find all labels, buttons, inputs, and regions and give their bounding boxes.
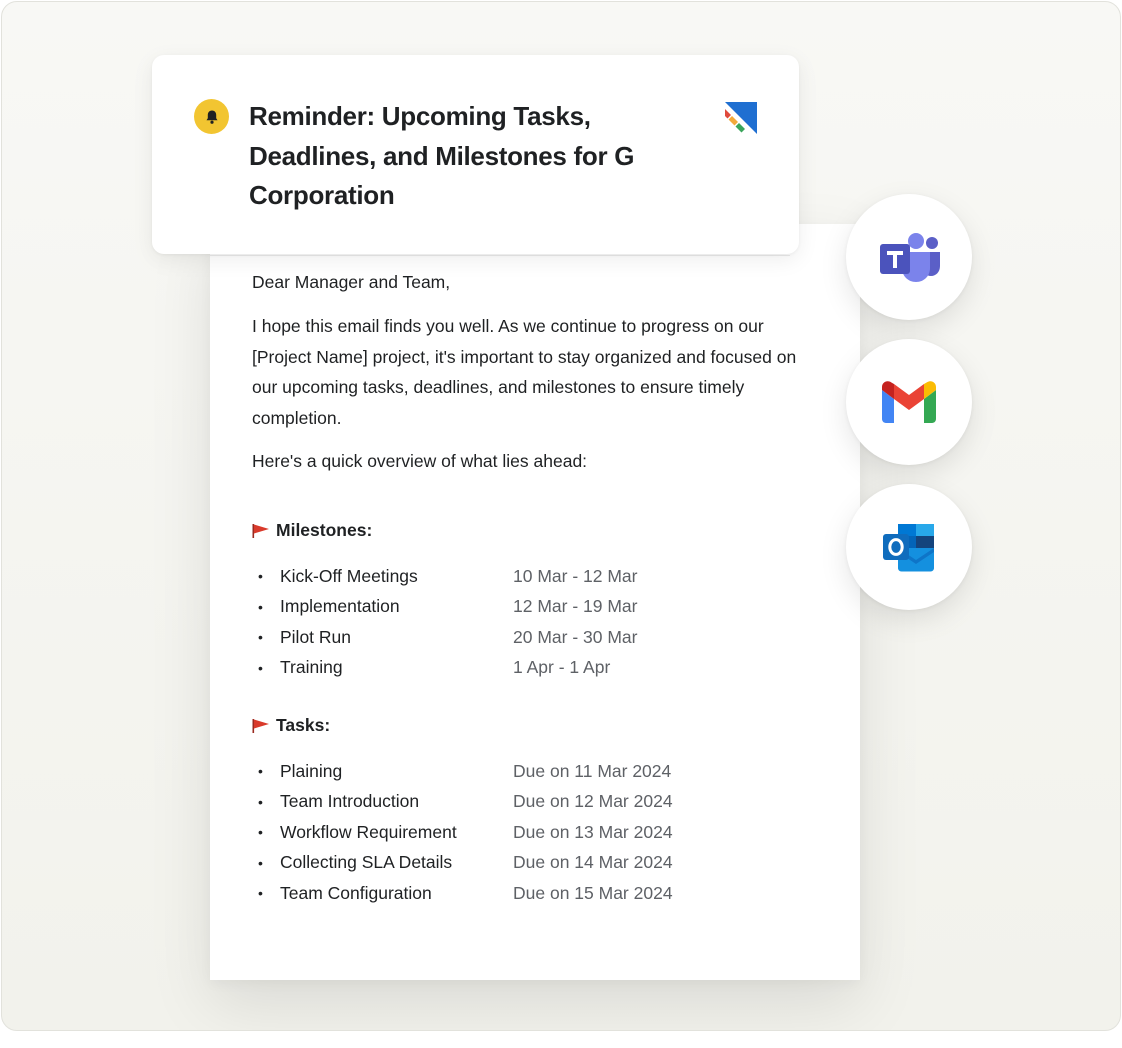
bullet: • bbox=[258, 659, 263, 676]
bullet: • bbox=[258, 629, 263, 646]
task-due-date: Due on 12 Mar 2024 bbox=[513, 791, 673, 812]
microsoft-teams-icon bbox=[880, 233, 940, 282]
flag-icon bbox=[252, 718, 269, 733]
microsoft-teams-button[interactable] bbox=[846, 194, 972, 320]
milestone-name: Kick-Off Meetings bbox=[280, 565, 418, 586]
bullet: • bbox=[258, 854, 263, 871]
email-header-card: Reminder: Upcoming Tasks, Deadlines, and… bbox=[152, 55, 799, 254]
bullet: • bbox=[258, 885, 263, 902]
bullet: • bbox=[258, 793, 263, 810]
email-body-card: Dear Manager and Team, I hope this email… bbox=[210, 224, 860, 980]
task-due-date: Due on 15 Mar 2024 bbox=[513, 882, 673, 903]
bullet: • bbox=[258, 598, 263, 615]
milestones-list: • Kick-Off Meetings 10 Mar - 12 Mar • Im… bbox=[258, 561, 818, 683]
header-divider bbox=[210, 255, 790, 256]
task-due-date: Due on 14 Mar 2024 bbox=[513, 852, 673, 873]
milestone-date: 12 Mar - 19 Mar bbox=[513, 596, 638, 617]
task-name: Workflow Requirement bbox=[280, 821, 457, 842]
milestones-heading: Milestones: bbox=[252, 520, 372, 541]
gmail-button[interactable] bbox=[846, 339, 972, 465]
milestones-title: Milestones: bbox=[276, 520, 373, 540]
list-item: • Pilot Run 20 Mar - 30 Mar bbox=[258, 622, 818, 653]
task-name: Plaining bbox=[280, 760, 343, 781]
list-item: • Training 1 Apr - 1 Apr bbox=[258, 653, 818, 684]
milestone-date: 10 Mar - 12 Mar bbox=[513, 565, 638, 586]
bell-icon bbox=[206, 110, 217, 124]
milestone-name: Training bbox=[280, 657, 343, 678]
tasks-list: • Plaining Due on 11 Mar 2024 • Team Int… bbox=[258, 756, 818, 909]
email-intro-paragraph: I hope this email finds you well. As we … bbox=[252, 316, 797, 428]
list-item: • Implementation 12 Mar - 19 Mar bbox=[258, 592, 818, 623]
tasks-title: Tasks: bbox=[276, 715, 331, 735]
list-item: • Plaining Due on 11 Mar 2024 bbox=[258, 756, 818, 787]
task-due-date: Due on 13 Mar 2024 bbox=[513, 821, 673, 842]
list-item: • Team Configuration Due on 15 Mar 2024 bbox=[258, 878, 818, 909]
bullet: • bbox=[258, 763, 263, 780]
email-overview-line: Here's a quick overview of what lies ahe… bbox=[252, 451, 588, 471]
task-name: Collecting SLA Details bbox=[280, 852, 453, 873]
email-greeting: Dear Manager and Team, bbox=[252, 272, 451, 292]
gmail-icon bbox=[882, 381, 936, 423]
list-item: • Team Introduction Due on 12 Mar 2024 bbox=[258, 787, 818, 818]
email-subject: Reminder: Upcoming Tasks, Deadlines, and… bbox=[249, 101, 635, 210]
list-item: • Workflow Requirement Due on 13 Mar 202… bbox=[258, 817, 818, 848]
flag-icon bbox=[252, 523, 269, 538]
canvas-background: Dear Manager and Team, I hope this email… bbox=[1, 1, 1121, 1031]
notification-badge bbox=[194, 99, 229, 134]
bullet: • bbox=[258, 568, 263, 585]
task-name: Team Introduction bbox=[280, 791, 420, 812]
milestone-name: Pilot Run bbox=[280, 626, 352, 647]
outlook-button[interactable] bbox=[846, 484, 972, 610]
outlook-icon bbox=[883, 524, 934, 572]
list-item: • Kick-Off Meetings 10 Mar - 12 Mar bbox=[258, 561, 818, 592]
brand-logo-icon bbox=[725, 102, 757, 134]
tasks-heading: Tasks: bbox=[252, 715, 330, 736]
milestone-date: 20 Mar - 30 Mar bbox=[513, 626, 638, 647]
list-item: • Collecting SLA Details Due on 14 Mar 2… bbox=[258, 848, 818, 879]
milestone-date: 1 Apr - 1 Apr bbox=[513, 657, 611, 678]
task-due-date: Due on 11 Mar 2024 bbox=[513, 760, 672, 781]
task-name: Team Configuration bbox=[280, 882, 432, 903]
bullet: • bbox=[258, 824, 263, 841]
milestone-name: Implementation bbox=[280, 596, 400, 617]
